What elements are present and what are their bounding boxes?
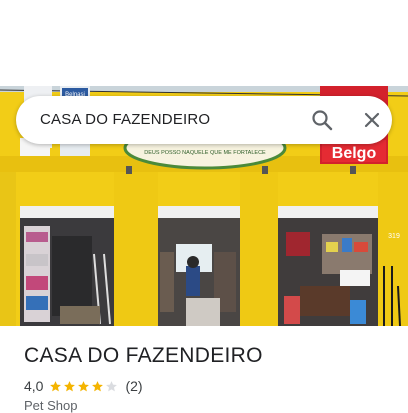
place-info-panel: CASA DO FAZENDEIRO 4,0 (2) Pet Shop <box>0 326 408 413</box>
star-filled-icon <box>92 380 104 391</box>
rating-row[interactable]: 4,0 (2) <box>24 377 143 395</box>
rating-stars <box>49 380 119 393</box>
search-input[interactable]: CASA DO FAZENDEIRO <box>40 111 210 128</box>
place-category[interactable]: Pet Shop <box>24 398 78 413</box>
star-filled-icon <box>50 380 62 391</box>
door-number-text: 319 <box>388 233 400 240</box>
star-filled-icon <box>64 380 76 391</box>
star-filled-icon <box>78 380 90 391</box>
belgo-sign-text: Belgo <box>332 145 377 162</box>
close-button[interactable] <box>356 104 388 136</box>
star-empty-icon <box>106 380 118 391</box>
search-icon <box>312 110 333 131</box>
place-title: CASA DO FAZENDEIRO <box>24 344 263 367</box>
banner-text: DEUS POSSO NAQUELE QUE ME FORTALECE <box>144 150 266 156</box>
top-blank-area <box>0 0 408 86</box>
rating-value: 4,0 <box>24 378 44 394</box>
close-icon <box>364 112 380 128</box>
search-bar[interactable]: CASA DO FAZENDEIRO <box>16 96 392 144</box>
search-button[interactable] <box>306 104 338 136</box>
review-count[interactable]: (2) <box>125 378 142 394</box>
